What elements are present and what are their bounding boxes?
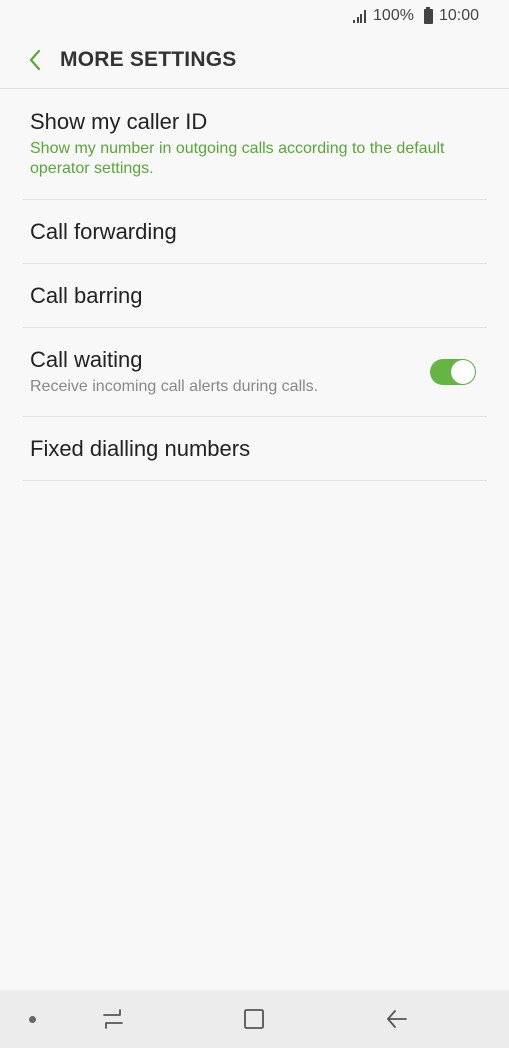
navigation-bar: [0, 990, 509, 1048]
call-waiting-toggle[interactable]: [430, 359, 476, 385]
chevron-left-icon: [29, 49, 41, 71]
back-arrow-icon: [387, 1010, 407, 1028]
home-icon: [244, 1009, 264, 1029]
item-title: Call waiting: [30, 347, 143, 372]
toggle-knob: [451, 360, 475, 384]
nav-back-button[interactable]: [375, 997, 419, 1041]
item-title: Show my caller ID: [30, 109, 208, 134]
recents-icon: [103, 1009, 123, 1029]
list-item-call-barring[interactable]: Call barring: [22, 264, 487, 328]
list-item-fixed-dialling-numbers[interactable]: Fixed dialling numbers: [22, 417, 487, 481]
item-subtitle: Show my number in outgoing calls accordi…: [30, 140, 445, 177]
clock: 10:00: [438, 7, 479, 24]
battery-icon: [423, 6, 433, 24]
list-item-call-forwarding[interactable]: Call forwarding: [22, 200, 487, 264]
back-button[interactable]: [10, 32, 60, 88]
battery-percent: 100%: [373, 7, 414, 24]
recents-button[interactable]: [91, 997, 135, 1041]
item-subtitle: Receive incoming call alerts during call…: [30, 378, 319, 395]
app-header: MORE SETTINGS: [0, 32, 509, 89]
list-item-show-caller-id[interactable]: Show my caller ID Show my number in outg…: [22, 89, 487, 200]
item-title: Call barring: [30, 282, 143, 308]
nav-dot-indicator: [29, 1015, 36, 1023]
page-title: MORE SETTINGS: [60, 48, 237, 71]
item-title: Fixed dialling numbers: [30, 435, 251, 461]
signal-icon: [353, 9, 367, 23]
status-bar: 100% 10:00: [0, 0, 509, 32]
settings-list: Show my caller ID Show my number in outg…: [22, 89, 487, 481]
home-button[interactable]: [232, 997, 276, 1041]
item-title: Call forwarding: [30, 218, 177, 244]
list-item-call-waiting[interactable]: Call waiting Receive incoming call alert…: [22, 328, 487, 417]
